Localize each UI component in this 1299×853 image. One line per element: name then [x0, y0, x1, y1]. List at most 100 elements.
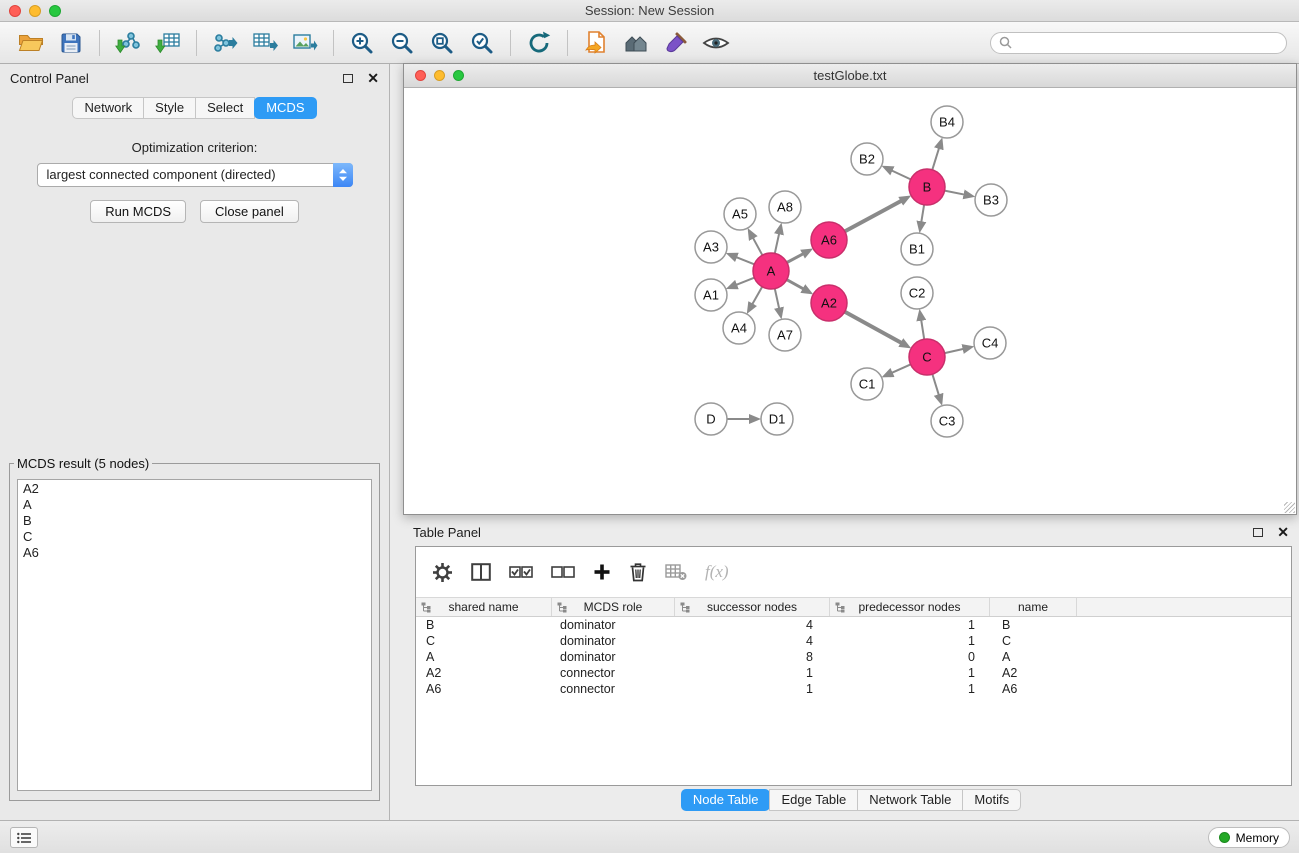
column-header-shared-name[interactable]: shared name: [416, 598, 552, 616]
column-header-successor-nodes[interactable]: successor nodes: [675, 598, 830, 616]
tab-network[interactable]: Network: [72, 97, 144, 119]
resize-handle[interactable]: [1284, 502, 1295, 513]
search-input[interactable]: [1017, 36, 1278, 50]
tab-edge-table[interactable]: Edge Table: [769, 789, 858, 811]
tab-node-table[interactable]: Node Table: [681, 789, 771, 811]
graph-node[interactable]: A8: [769, 191, 801, 223]
table-cell[interactable]: 1: [830, 681, 990, 697]
table-cell[interactable]: 0: [830, 649, 990, 665]
home-button[interactable]: [617, 26, 655, 60]
graph-node[interactable]: B3: [975, 184, 1007, 216]
table-cell[interactable]: 1: [830, 617, 990, 633]
table-cell[interactable]: A: [416, 649, 552, 665]
open-session-button[interactable]: [12, 26, 50, 60]
minimize-window-button[interactable]: [29, 5, 41, 17]
table-cell[interactable]: B: [990, 617, 1077, 633]
graph-edge[interactable]: [752, 287, 763, 306]
list-item[interactable]: A: [23, 497, 366, 513]
graph-edge[interactable]: [945, 349, 965, 354]
graph-node[interactable]: A: [753, 253, 789, 289]
import-table-from-file-button[interactable]: [149, 26, 187, 60]
select-all-columns-button[interactable]: [509, 565, 533, 579]
graph-node[interactable]: A2: [811, 285, 847, 321]
graph-edge[interactable]: [735, 257, 754, 265]
graph-edge[interactable]: [787, 253, 804, 262]
list-item[interactable]: A2: [23, 481, 366, 497]
network-canvas[interactable]: B4B2BB3A5A8A6B1A3AA1C2A2A4A7C4CC1C3DD1: [404, 88, 1296, 514]
table-cell[interactable]: 1: [675, 665, 830, 681]
tab-style[interactable]: Style: [143, 97, 196, 119]
graph-edge[interactable]: [775, 289, 780, 310]
graph-node[interactable]: C: [909, 339, 945, 375]
table-row[interactable]: A2connector11A2: [416, 665, 1291, 681]
table-cell[interactable]: 4: [675, 633, 830, 649]
list-item[interactable]: A6: [23, 545, 366, 561]
graph-node[interactable]: C3: [931, 405, 963, 437]
zoom-out-button[interactable]: [383, 26, 421, 60]
graph-edge[interactable]: [932, 374, 939, 396]
graph-edge[interactable]: [845, 200, 903, 231]
graph-node[interactable]: B: [909, 169, 945, 205]
network-canvas-svg[interactable]: B4B2BB3A5A8A6B1A3AA1C2A2A4A7C4CC1C3DD1: [404, 88, 1296, 514]
tab-network-table[interactable]: Network Table: [857, 789, 963, 811]
export-network-button[interactable]: [206, 26, 244, 60]
graph-node[interactable]: D1: [761, 403, 793, 435]
close-panel-icon[interactable]: ✕: [367, 71, 379, 85]
list-item[interactable]: C: [23, 529, 366, 545]
close-window-button[interactable]: [9, 5, 21, 17]
column-header-mcds-role[interactable]: MCDS role: [552, 598, 675, 616]
import-network-from-file-button[interactable]: [109, 26, 147, 60]
dropdown-stepper[interactable]: [333, 163, 353, 187]
table-row[interactable]: A6connector11A6: [416, 681, 1291, 697]
table-cell[interactable]: B: [416, 617, 552, 633]
search-box[interactable]: [990, 32, 1287, 54]
graph-node[interactable]: B4: [931, 106, 963, 138]
optimization-criterion-dropdown[interactable]: largest connected component (directed): [37, 163, 353, 187]
table-cell[interactable]: C: [416, 633, 552, 649]
graph-node[interactable]: C1: [851, 368, 883, 400]
zoom-fit-button[interactable]: [423, 26, 461, 60]
zoom-in-button[interactable]: [343, 26, 381, 60]
export-image-button[interactable]: [286, 26, 324, 60]
table-cell[interactable]: connector: [552, 665, 675, 681]
graph-edge[interactable]: [891, 364, 911, 373]
graph-node[interactable]: A5: [724, 198, 756, 230]
eye-toggle-button[interactable]: [697, 26, 735, 60]
graph-node[interactable]: B2: [851, 143, 883, 175]
table-cell[interactable]: C: [990, 633, 1077, 649]
delete-column-button[interactable]: [629, 562, 647, 582]
float-panel-icon[interactable]: [1253, 528, 1263, 537]
graph-edge[interactable]: [921, 319, 924, 340]
apply-layout-button[interactable]: [520, 26, 558, 60]
column-header-predecessor-nodes[interactable]: predecessor nodes: [830, 598, 990, 616]
table-cell[interactable]: A6: [990, 681, 1077, 697]
run-mcds-button[interactable]: Run MCDS: [90, 200, 186, 223]
graph-node[interactable]: D: [695, 403, 727, 435]
float-panel-icon[interactable]: [343, 74, 353, 83]
tab-mcds[interactable]: MCDS: [254, 97, 316, 119]
graph-edge[interactable]: [891, 170, 911, 179]
graph-node[interactable]: A1: [695, 279, 727, 311]
table-cell[interactable]: dominator: [552, 617, 675, 633]
minimize-network-window-button[interactable]: [434, 70, 445, 81]
table-cell[interactable]: A2: [990, 665, 1077, 681]
table-cell[interactable]: A: [990, 649, 1077, 665]
table-cell[interactable]: A6: [416, 681, 552, 697]
graph-node[interactable]: A6: [811, 222, 847, 258]
list-item[interactable]: B: [23, 513, 366, 529]
zoom-selected-button[interactable]: [463, 26, 501, 60]
graph-node[interactable]: B1: [901, 233, 933, 265]
create-column-button[interactable]: [593, 563, 611, 581]
zoom-network-window-button[interactable]: [453, 70, 464, 81]
graph-node[interactable]: C2: [901, 277, 933, 309]
graph-node[interactable]: A4: [723, 312, 755, 344]
zoom-window-button[interactable]: [49, 5, 61, 17]
table-cell[interactable]: dominator: [552, 633, 675, 649]
graph-node[interactable]: A7: [769, 319, 801, 351]
graph-edge[interactable]: [945, 191, 966, 195]
graph-node[interactable]: C4: [974, 327, 1006, 359]
show-columns-button[interactable]: [471, 563, 491, 581]
table-cell[interactable]: dominator: [552, 649, 675, 665]
table-cell[interactable]: 8: [675, 649, 830, 665]
export-table-button[interactable]: [246, 26, 284, 60]
